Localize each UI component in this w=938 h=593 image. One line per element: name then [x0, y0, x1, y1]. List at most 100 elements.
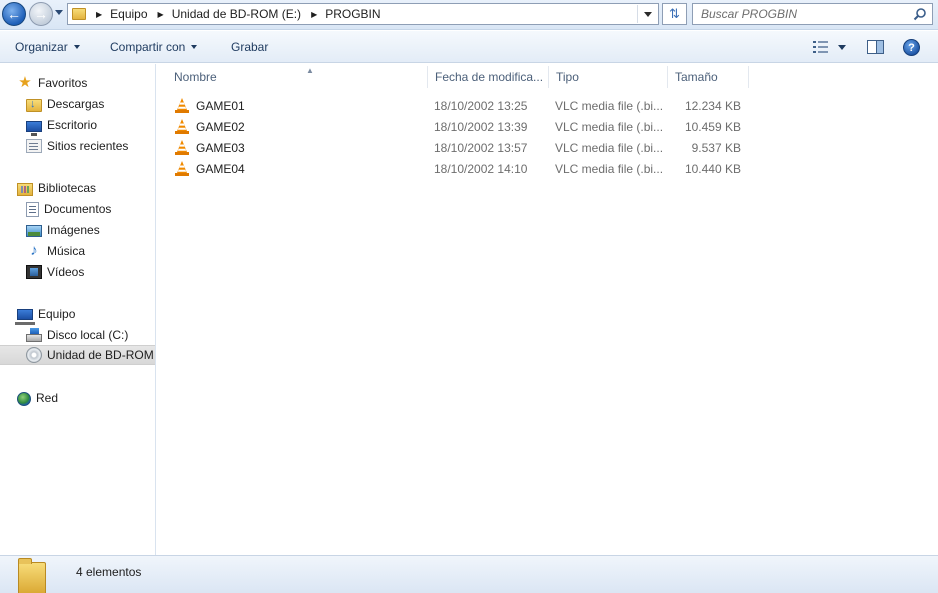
address-bar-row: ← → ▶ Equipo ▶ Unidad de BD-ROM (E:) ▶ P…: [0, 0, 938, 30]
help-icon[interactable]: ?: [903, 39, 920, 56]
desktop-icon: [26, 120, 42, 136]
nav-item-music[interactable]: ♪ Música: [0, 241, 155, 261]
chevron-down-icon: [73, 45, 80, 49]
search-icon[interactable]: [913, 7, 927, 21]
chevron-right-icon[interactable]: ▶: [96, 10, 102, 19]
nav-label: Bibliotecas: [38, 181, 97, 195]
burn-button[interactable]: Grabar: [231, 40, 268, 54]
preview-pane-icon[interactable]: [867, 40, 884, 54]
file-date: 18/10/2002 13:25: [434, 98, 528, 113]
nav-label: Disco local (C:): [47, 328, 129, 342]
status-bar: 4 elementos: [0, 555, 938, 593]
file-name-cell[interactable]: GAME04: [175, 158, 425, 179]
column-header-name[interactable]: Nombre ▲: [168, 66, 428, 88]
file-type: VLC media file (.bi...: [555, 161, 664, 176]
chevron-right-icon[interactable]: ▶: [311, 10, 317, 19]
libraries-icon: [17, 182, 33, 196]
breadcrumb-bd-rom[interactable]: Unidad de BD-ROM (E:): [172, 7, 301, 21]
file-row[interactable]: GAME04 18/10/2002 14:10 VLC media file (…: [157, 158, 938, 179]
nav-label: Documentos: [44, 202, 112, 216]
nav-label: Favoritos: [38, 76, 88, 90]
column-size-label: Tamaño: [675, 70, 718, 84]
back-arrow-icon: ←: [7, 6, 21, 22]
column-name-label: Nombre: [174, 70, 217, 84]
command-bar: Organizar Compartir con Grabar ?: [0, 31, 938, 63]
file-name: GAME01: [196, 98, 245, 113]
recent-places-icon: [26, 139, 42, 153]
file-name: GAME02: [196, 119, 245, 134]
nav-network[interactable]: Red: [0, 388, 155, 408]
refresh-button[interactable]: ⇅: [662, 3, 687, 25]
nav-item-recent-places[interactable]: Sitios recientes: [0, 136, 155, 156]
burn-label: Grabar: [231, 40, 269, 54]
address-box[interactable]: ▶ Equipo ▶ Unidad de BD-ROM (E:) ▶ PROGB…: [67, 3, 659, 25]
file-name: GAME03: [196, 140, 245, 155]
search-input[interactable]: [693, 4, 903, 24]
organize-menu-button[interactable]: Organizar: [15, 40, 80, 54]
vlc-cone-icon: [175, 98, 189, 113]
videos-icon: [26, 265, 42, 279]
nav-item-bd-rom[interactable]: Unidad de BD-ROM: [0, 345, 155, 365]
chevron-right-icon[interactable]: ▶: [158, 10, 164, 19]
item-count: 4 elementos: [76, 565, 142, 579]
breadcrumb-progbin[interactable]: PROGBIN: [325, 7, 380, 21]
view-options-dropdown[interactable]: [838, 45, 846, 50]
music-icon: ♪: [30, 242, 38, 259]
nav-label: Red: [36, 391, 59, 405]
nav-label: Escritorio: [47, 118, 98, 132]
back-button[interactable]: ←: [2, 2, 26, 26]
column-header-type[interactable]: Tipo: [550, 66, 668, 88]
column-type-label: Tipo: [556, 70, 579, 84]
file-size: 10.440 KB: [684, 161, 741, 176]
star-icon: ★: [18, 74, 32, 91]
search-box[interactable]: [692, 3, 933, 25]
nav-label: Vídeos: [47, 265, 85, 279]
local-disk-icon: [26, 328, 42, 342]
nav-label: Música: [47, 244, 86, 258]
file-name-cell[interactable]: GAME02: [175, 116, 425, 137]
nav-item-local-disk[interactable]: Disco local (C:): [0, 325, 155, 345]
nav-item-videos[interactable]: Vídeos: [0, 262, 155, 282]
column-header-size[interactable]: Tamaño: [669, 66, 749, 88]
nav-label: Imágenes: [47, 223, 100, 237]
share-label: Compartir con: [110, 40, 186, 54]
nav-computer[interactable]: Equipo: [0, 304, 155, 325]
column-header-date[interactable]: Fecha de modifica...: [429, 66, 549, 88]
vlc-cone-icon: [175, 119, 189, 134]
share-with-menu-button[interactable]: Compartir con: [110, 40, 198, 54]
nav-item-documents[interactable]: Documentos: [0, 199, 155, 219]
divider: [637, 5, 638, 23]
file-name: GAME04: [196, 161, 245, 176]
file-date: 18/10/2002 13:57: [434, 140, 528, 155]
nav-item-downloads[interactable]: Descargas: [0, 94, 155, 114]
file-size: 9.537 KB: [691, 140, 741, 155]
nav-label: Equipo: [38, 307, 76, 321]
navigation-pane: ★ Favoritos Descargas Escritorio Sitios …: [0, 64, 156, 555]
nav-item-pictures[interactable]: Imágenes: [0, 220, 155, 240]
nav-libraries[interactable]: Bibliotecas: [0, 178, 155, 198]
network-icon: [17, 391, 31, 406]
file-name-cell[interactable]: GAME03: [175, 137, 425, 158]
breadcrumb-equipo[interactable]: Equipo: [110, 7, 147, 21]
file-row[interactable]: GAME01 18/10/2002 13:25 VLC media file (…: [157, 95, 938, 116]
sort-ascending-icon: ▲: [306, 66, 314, 75]
documents-icon: [26, 201, 39, 217]
file-row[interactable]: GAME02 18/10/2002 13:39 VLC media file (…: [157, 116, 938, 137]
folder-icon: [72, 8, 86, 20]
bd-rom-disc-icon: [26, 347, 42, 363]
forward-button[interactable]: →: [29, 2, 53, 26]
nav-favorites[interactable]: ★ Favoritos: [0, 73, 155, 93]
vlc-cone-icon: [175, 161, 189, 176]
nav-item-desktop[interactable]: Escritorio: [0, 115, 155, 136]
address-dropdown-icon[interactable]: [644, 12, 652, 17]
pictures-icon: [26, 225, 42, 237]
recent-pages-dropdown[interactable]: [55, 10, 63, 15]
chevron-down-icon: [191, 45, 198, 49]
file-size: 12.234 KB: [684, 98, 741, 113]
file-type: VLC media file (.bi...: [555, 140, 664, 155]
computer-icon: [15, 309, 35, 325]
file-name-cell[interactable]: GAME01: [175, 95, 425, 116]
nav-label: Descargas: [47, 97, 105, 111]
change-view-icon[interactable]: [813, 41, 829, 53]
file-row[interactable]: GAME03 18/10/2002 13:57 VLC media file (…: [157, 137, 938, 158]
